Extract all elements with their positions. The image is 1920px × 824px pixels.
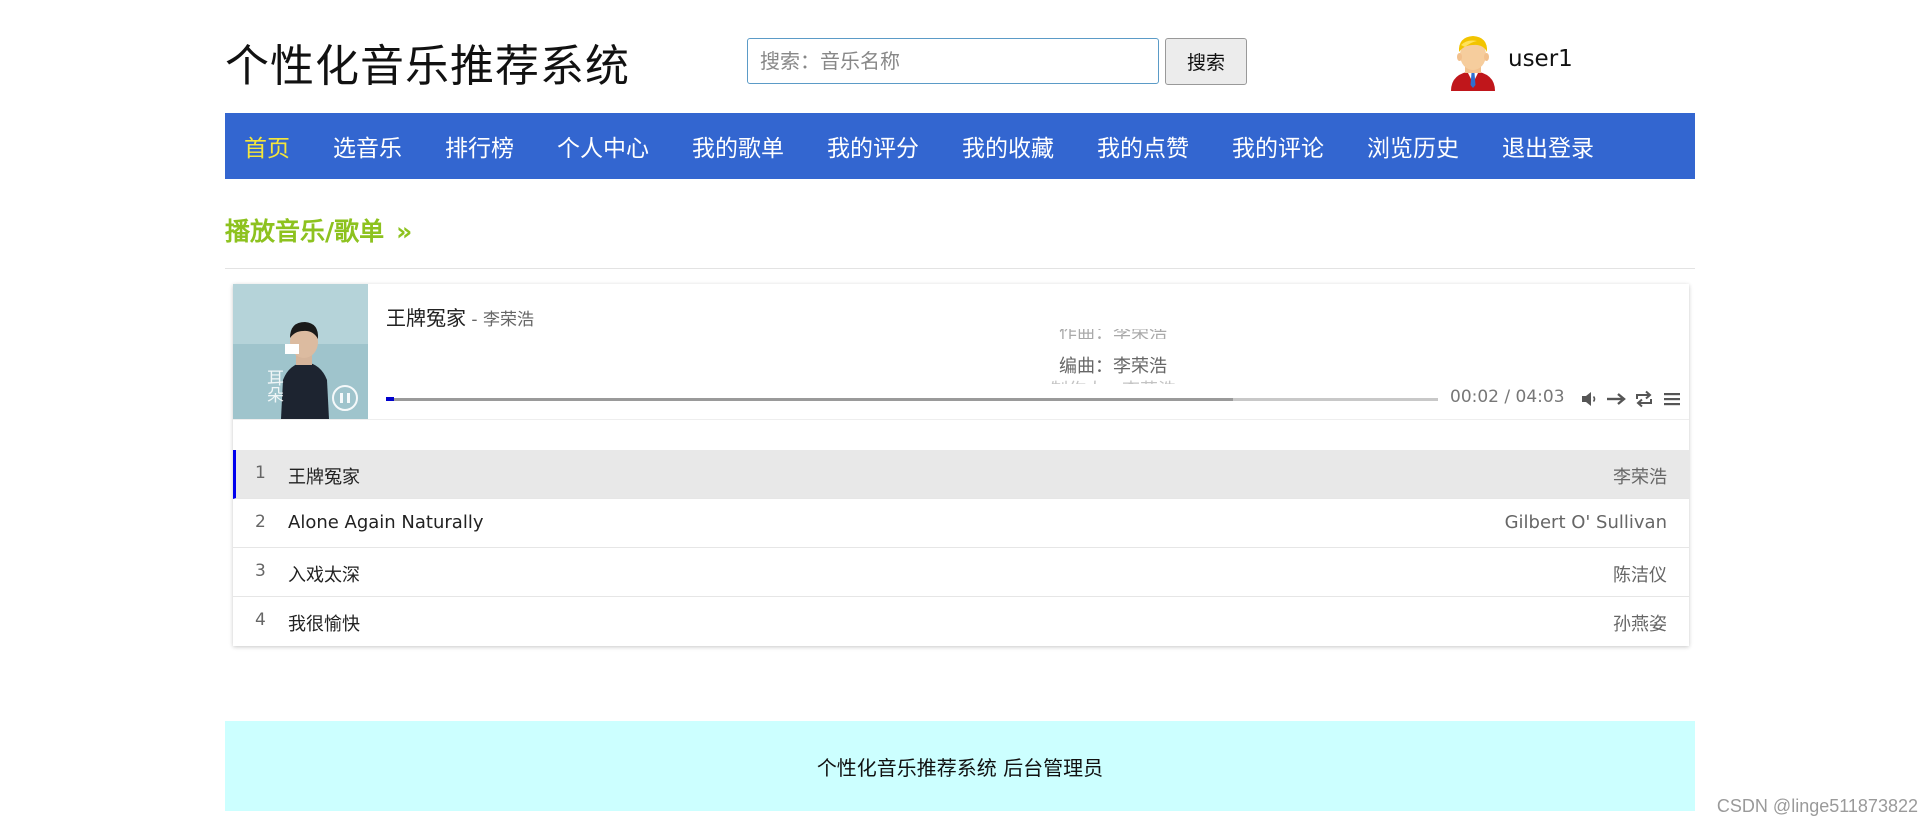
search-input[interactable] [747,38,1159,84]
playlist-item-title: Alone Again Naturally [288,512,484,533]
lyric-previous-text: 作曲：李荣浩 [1059,329,1167,339]
playlist-item[interactable]: 2 Alone Again Naturally Gilbert O' Sulli… [233,499,1689,548]
now-playing-song: 王牌冤家 [386,306,466,330]
progress-played[interactable] [386,397,395,401]
nav-item-home[interactable]: 首页 [244,129,290,163]
nav-item-my-favorites[interactable]: 我的收藏 [962,129,1054,163]
nav-item-charts[interactable]: 排行榜 [445,129,514,163]
playlist-item[interactable]: 4 我很愉快 孙燕姿 [233,597,1689,646]
playlist-item-artist: 陈洁仪 [1613,565,1667,586]
playlist-item-artist: 孙燕姿 [1613,614,1667,635]
album-cover[interactable]: 耳朵 [233,284,368,419]
nav-item-my-playlists[interactable]: 我的歌单 [692,129,784,163]
progress-bar[interactable] [386,397,1438,401]
time-display: 00:02 / 04:03 [1450,387,1565,407]
lyric-line-previous: 作曲：李荣浩 [933,329,1293,339]
search-button[interactable]: 搜索 [1165,38,1247,85]
main-nav: 首页 选音乐 排行榜 个人中心 我的歌单 我的评分 我的收藏 我的点赞 我的评论… [225,113,1695,179]
loop-icon[interactable] [1633,388,1655,410]
playlist-item-artist: Gilbert O' Sullivan [1504,512,1667,533]
lyric-line-current: 编曲：李荣浩 [1059,356,1167,377]
username[interactable]: user1 [1508,46,1573,72]
music-player: 耳朵 王牌冤家 - 李荣浩 作曲：李荣浩 编曲：李荣浩 制作人：李荣浩 00:0… [233,284,1689,646]
menu-icon[interactable] [1661,388,1683,410]
section-title: 播放音乐/歌单 » [225,212,412,248]
playlist-item-title: 王牌冤家 [288,467,360,488]
nav-item-my-comments[interactable]: 我的评论 [1232,129,1324,163]
watermark: CSDN @linge511873822 [1716,796,1918,816]
player-divider [233,419,1689,420]
lyric-line-next: 制作人：李荣浩 [933,376,1293,384]
footer: 个性化音乐推荐系统 后台管理员 [225,721,1695,811]
footer-text: 个性化音乐推荐系统 后台管理员 [816,755,1104,780]
section-divider [225,268,1695,269]
progress-loaded [386,398,1233,401]
playlist-item[interactable]: 3 入戏太深 陈洁仪 [233,548,1689,597]
playlist-item-title: 入戏太深 [288,565,360,586]
nav-item-choose-music[interactable]: 选音乐 [333,129,402,163]
playlist: 1 王牌冤家 李荣浩 2 Alone Again Naturally Gilbe… [233,450,1689,646]
playlist-item-number: 2 [255,512,266,532]
nav-item-logout[interactable]: 退出登录 [1502,129,1594,163]
volume-icon[interactable] [1578,388,1600,410]
playlist-item-number: 4 [255,610,266,630]
section-title-text: 播放音乐/歌单 [225,217,385,246]
playlist-item-number: 3 [255,561,266,581]
playlist-item-title: 我很愉快 [288,614,360,635]
nav-item-my-likes[interactable]: 我的点赞 [1097,129,1189,163]
site-title: 个性化音乐推荐系统 [225,41,630,92]
order-mode-icon[interactable] [1605,388,1627,410]
pause-icon[interactable] [332,385,358,411]
playlist-item-number: 1 [255,463,266,483]
nav-item-history[interactable]: 浏览历史 [1367,129,1459,163]
playlist-item-artist: 李荣浩 [1613,467,1667,488]
now-playing-artist: - 李荣浩 [466,310,534,330]
album-cover-text: 耳朵 [263,369,283,403]
nav-item-my-ratings[interactable]: 我的评分 [827,129,919,163]
double-chevron-right-icon: » [396,217,413,246]
playlist-item[interactable]: 1 王牌冤家 李荣浩 [233,450,1689,499]
now-playing-title: 王牌冤家 - 李荣浩 [386,302,534,331]
user-avatar-icon[interactable] [1445,33,1501,91]
nav-item-profile[interactable]: 个人中心 [557,129,649,163]
